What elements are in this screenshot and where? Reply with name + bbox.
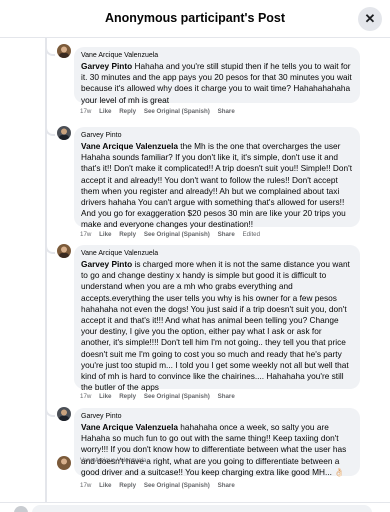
see-original-button[interactable]: See Original (Spanish) (144, 108, 210, 115)
comment-bubble: Vane Arcique Valenzuela Garvey Pinto is … (74, 245, 360, 392)
comment-actions: 17w Like Reply See Original (Spanish) Sh… (80, 231, 266, 238)
see-original-button[interactable]: See Original (Spanish) (144, 482, 210, 489)
comment-time[interactable]: 17w (80, 393, 91, 400)
thread-line (45, 38, 47, 502)
comment-author[interactable]: Vane Arcique Valenzuela (80, 458, 146, 464)
avatar[interactable] (57, 126, 71, 140)
avatar[interactable] (57, 456, 71, 470)
mention-link[interactable]: Garvey Pinto (81, 259, 132, 269)
avatar[interactable] (57, 44, 71, 58)
like-button[interactable]: Like (99, 231, 111, 238)
comment-author[interactable]: Garvey Pinto (81, 131, 353, 140)
see-original-button[interactable]: See Original (Spanish) (144, 231, 210, 238)
avatar[interactable] (57, 407, 71, 421)
see-original-button[interactable]: See Original (Spanish) (144, 393, 210, 400)
share-button[interactable]: Share (218, 231, 235, 238)
post-dialog-header: Anonymous participant's Post ✕ (0, 0, 390, 38)
edited-label: Edited (242, 231, 261, 238)
share-button[interactable]: Share (218, 393, 235, 400)
comment-author[interactable]: Vane Arcique Valenzuela (81, 51, 353, 60)
comment-text: Garvey Pinto is charged more when it is … (81, 259, 350, 393)
comment-text: Vane Arcique Valenzuela the Mh is the on… (81, 141, 353, 230)
reply-button[interactable]: Reply (119, 482, 136, 489)
comment-bubble: Vane Arcique Valenzuela Garvey Pinto Hah… (74, 47, 360, 105)
mention-link[interactable]: Garvey Pinto (81, 61, 132, 71)
comment-bubble: Garvey Pinto Vane Arcique Valenzuela the… (74, 127, 360, 229)
reply-button[interactable]: Reply (119, 393, 136, 400)
comment-time[interactable]: 17w (80, 231, 91, 238)
like-button[interactable]: Like (99, 393, 111, 400)
mention-link[interactable]: Vane Arcique Valenzuela (81, 422, 178, 432)
close-icon[interactable]: ✕ (358, 7, 382, 31)
reply-button[interactable]: Reply (119, 231, 136, 238)
comment-actions: 17w Like Reply See Original (Spanish) Sh… (80, 482, 241, 489)
comments-scroll-area[interactable]: Vane Arcique Valenzuela Garvey Pinto Hah… (0, 38, 390, 502)
dialog-title: Anonymous participant's Post (104, 11, 286, 25)
mention-link[interactable]: Vane Arcique Valenzuela (81, 141, 178, 151)
share-button[interactable]: Share (218, 108, 235, 115)
comment-text: Vane Arcique Valenzuela hahahaha once a … (81, 422, 347, 477)
comment-input[interactable] (32, 505, 372, 512)
comment-author[interactable]: Garvey Pinto (81, 412, 353, 421)
avatar[interactable] (57, 244, 71, 258)
comment-time[interactable]: 17w (80, 482, 91, 489)
reply-button[interactable]: Reply (119, 108, 136, 115)
comment-actions: 17w Like Reply See Original (Spanish) Sh… (80, 393, 241, 400)
comment-author[interactable]: Vane Arcique Valenzuela (81, 249, 353, 258)
comment-actions: 17w Like Reply See Original (Spanish) Sh… (80, 108, 241, 115)
comment-text: Garvey Pinto Hahaha and you're still stu… (81, 61, 352, 105)
like-button[interactable]: Like (99, 108, 111, 115)
comment-bubble: Garvey Pinto Vane Arcique Valenzuela hah… (74, 408, 360, 477)
comment-time[interactable]: 17w (80, 108, 91, 115)
like-button[interactable]: Like (99, 482, 111, 489)
share-button[interactable]: Share (218, 482, 235, 489)
